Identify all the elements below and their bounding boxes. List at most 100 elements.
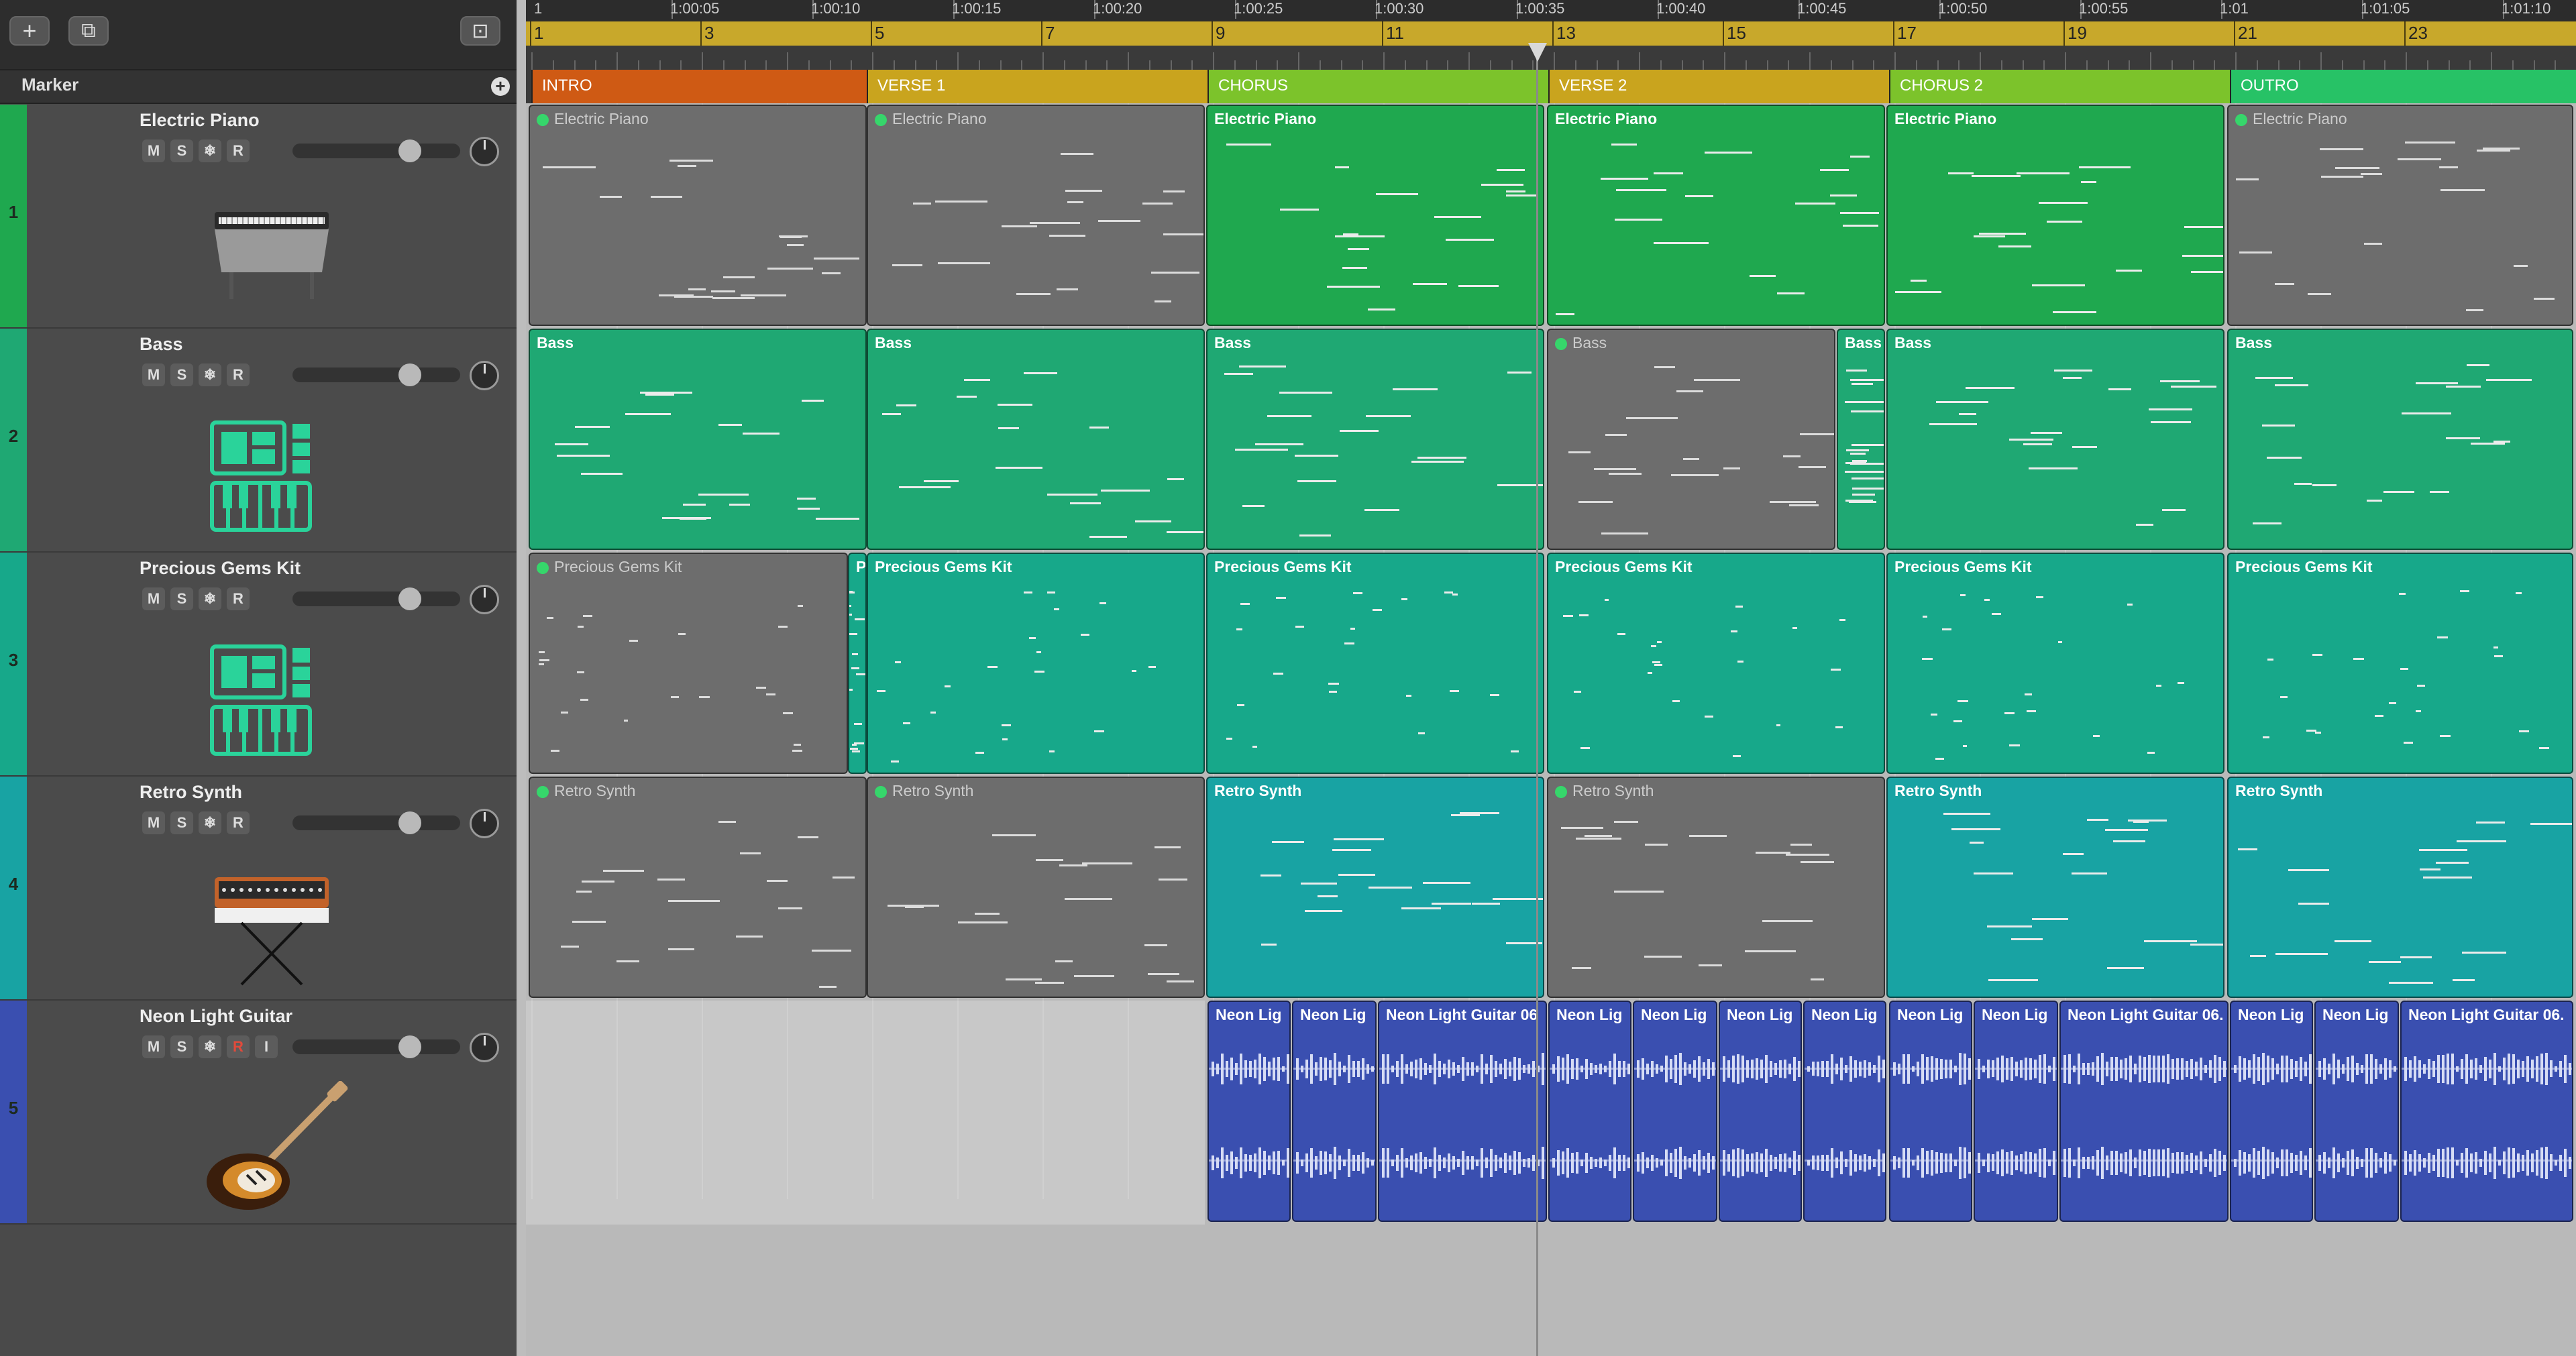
mute-button[interactable]: M [142,139,165,162]
freeze-button[interactable]: ❄ [199,363,221,386]
audio-region[interactable]: Neon Lig [1803,1001,1886,1222]
marker-intro[interactable]: INTRO [531,70,867,103]
add-marker-button[interactable]: + [491,77,510,96]
bar-ruler[interactable]: 1 3 5 7 9 11 13 15 17 19 21 23 [526,21,2576,46]
audio-region[interactable]: Neon Lig [1633,1001,1717,1222]
midi-region[interactable]: Retro Synth [1206,777,1544,998]
beat-ruler[interactable] [526,46,2576,70]
input-button[interactable]: I [255,1035,278,1058]
freeze-button[interactable]: ❄ [199,139,221,162]
audio-region[interactable]: Neon Lig [1889,1001,1972,1222]
midi-region[interactable]: Electric Piano [867,105,1205,326]
marker-verse-1[interactable]: VERSE 1 [867,70,1208,103]
midi-region[interactable]: Retro Synth [529,777,867,998]
audio-region[interactable]: Neon Lig [1292,1001,1377,1222]
audio-region[interactable]: Neon Lig [2230,1001,2313,1222]
solo-button[interactable]: S [170,587,193,610]
volume-slider-handle[interactable] [398,587,421,610]
tracks-area[interactable]: Electric Piano Electric Piano Electric Pia… [526,103,2576,1356]
mute-button[interactable]: M [142,363,165,386]
track-name[interactable]: Precious Gems Kit [140,558,301,579]
record-button[interactable]: R [227,587,250,610]
audio-region[interactable]: Neon Lig [1974,1001,2058,1222]
midi-region[interactable]: Bass [1886,329,2224,550]
volume-slider-handle[interactable] [398,1035,421,1058]
freeze-button[interactable]: ❄ [199,811,221,834]
midi-region[interactable]: Retro Synth [867,777,1205,998]
midi-region[interactable]: Bass [529,329,867,550]
pan-knob[interactable] [470,809,499,838]
playhead-line[interactable] [1536,43,1538,1356]
volume-slider[interactable] [292,591,460,606]
playhead-handle[interactable] [1528,43,1547,62]
solo-button[interactable]: S [170,363,193,386]
volume-slider-handle[interactable] [398,363,421,386]
record-button[interactable]: R [227,139,250,162]
midi-region[interactable]: Electric Piano [529,105,867,326]
midi-region[interactable]: Precious Gems Kit [1886,553,2224,774]
midi-region[interactable]: Retro Synth [1886,777,2224,998]
midi-region[interactable]: Precious Gems Kit [867,553,1205,774]
duplicate-track-button[interactable]: ⧉ [68,16,109,46]
midi-region[interactable]: Bass [867,329,1205,550]
track-header-precious-gems-kit[interactable]: 3 Precious Gems Kit M S ❄ R [0,553,517,777]
audio-region[interactable]: Neon Lig [1208,1001,1291,1222]
track-name[interactable]: Bass [140,334,183,355]
midi-region[interactable]: Electric Piano [1206,105,1544,326]
pan-knob[interactable] [470,585,499,614]
audio-region[interactable]: Neon Light Guitar 06. [2400,1001,2573,1222]
audio-region[interactable]: Neon Lig [2314,1001,2399,1222]
time-ruler[interactable]: 1 1:00:05 1:00:10 1:00:15 1:00:20 1:00:25 1:0… [526,0,2576,21]
midi-region[interactable]: Precious Gems Kit [2227,553,2573,774]
track-name[interactable]: Electric Piano [140,110,260,131]
mute-button[interactable]: M [142,811,165,834]
record-button[interactable]: R [227,811,250,834]
record-button[interactable]: R [227,363,250,386]
track-header-bass[interactable]: 2 Bass M S ❄ R [0,329,517,553]
track-header-retro-synth[interactable]: 4 Retro Synth M S ❄ R [0,777,517,1001]
audio-region[interactable]: Neon Lig [1548,1001,1631,1222]
solo-button[interactable]: S [170,1035,193,1058]
audio-region[interactable]: Neon Lig [1719,1001,1802,1222]
pan-knob[interactable] [470,361,499,390]
midi-region[interactable]: Bass [1206,329,1544,550]
marker-chorus[interactable]: CHORUS [1208,70,1548,103]
pan-knob[interactable] [470,137,499,166]
track-header-electric-piano[interactable]: 1 Electric Piano M S ❄ R [0,105,517,329]
marker-outro[interactable]: OUTRO [2230,70,2576,103]
record-button[interactable]: R [227,1035,250,1058]
track-name[interactable]: Retro Synth [140,782,242,803]
volume-slider[interactable] [292,368,460,382]
solo-button[interactable]: S [170,139,193,162]
marker-chorus-2[interactable]: CHORUS 2 [1889,70,2230,103]
midi-region[interactable]: Precious Gems Kit [529,553,848,774]
midi-region[interactable]: Bass [1547,329,1835,550]
marker-verse-2[interactable]: VERSE 2 [1548,70,1889,103]
freeze-button[interactable]: ❄ [199,1035,221,1058]
volume-slider[interactable] [292,144,460,158]
midi-region[interactable]: Precious Gems Kit [1547,553,1885,774]
midi-region[interactable]: Precious Gems Kit [1206,553,1544,774]
midi-region[interactable]: Electric Piano [2227,105,2573,326]
midi-region[interactable]: Electric Piano [1547,105,1885,326]
track-header-neon-light-guitar[interactable]: 5 Neon Light Guitar M S ❄ R I [0,1001,517,1225]
pan-knob[interactable] [470,1033,499,1062]
volume-slider-handle[interactable] [398,811,421,834]
audio-region[interactable]: Neon Light Guitar 06. [2059,1001,2229,1222]
empty-lane-area[interactable] [526,1001,1205,1225]
global-tracks-button[interactable]: ⊡ [460,16,500,46]
midi-region[interactable]: Bass [2227,329,2573,550]
mute-button[interactable]: M [142,1035,165,1058]
volume-slider-handle[interactable] [398,139,421,162]
midi-region[interactable]: Electric Piano [1886,105,2224,326]
volume-slider[interactable] [292,1039,460,1054]
midi-region[interactable]: P [848,553,867,774]
mute-button[interactable]: M [142,587,165,610]
midi-region[interactable]: Retro Synth [2227,777,2573,998]
audio-region[interactable]: Neon Light Guitar 06 [1378,1001,1547,1222]
solo-button[interactable]: S [170,811,193,834]
freeze-button[interactable]: ❄ [199,587,221,610]
midi-region[interactable]: Bass [1837,329,1885,550]
track-name[interactable]: Neon Light Guitar [140,1006,292,1027]
midi-region[interactable]: Retro Synth [1547,777,1885,998]
